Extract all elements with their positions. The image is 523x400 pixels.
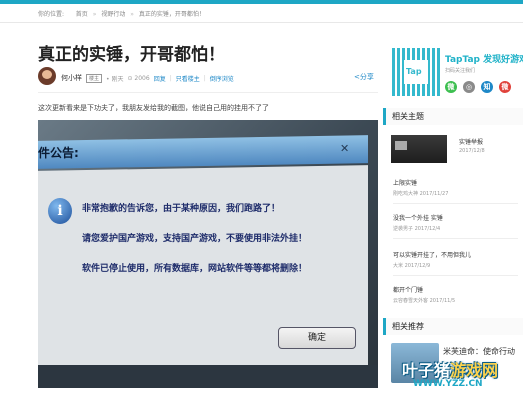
breadcrumb-current: 真正的实锤，开哥都怕！: [138, 11, 205, 18]
qr-code: [392, 48, 440, 96]
hot-topic-date: 2017/12/8: [459, 148, 485, 154]
related-item[interactable]: 没我一个外挂 实锤 逆袭男子 2017/12/4: [393, 213, 518, 239]
info-icon: i: [48, 198, 72, 224]
top-accent-bar: [0, 0, 523, 4]
dialog-body: [38, 165, 368, 387]
reply-link[interactable]: 回复: [154, 74, 166, 83]
related-topics-heading: 相关主题: [383, 108, 523, 125]
author-avatar[interactable]: [38, 67, 56, 85]
article-title: 真正的实锤，开哥都怕！: [38, 45, 225, 65]
breadcrumb: 你的位置: 首页 » 视野行动 » 真正的实锤，开哥都怕！: [38, 11, 205, 18]
watermark-brand-suffix: 游戏网: [450, 361, 499, 380]
header-divider: [0, 22, 523, 23]
related-item-meta: 逆袭男子 2017/12/4: [393, 226, 441, 232]
wechat-icon[interactable]: 微: [445, 81, 457, 93]
related-item[interactable]: 都开个门锤 云容春雪天外客 2017/11/5: [393, 285, 518, 304]
weibo-icon[interactable]: 微: [499, 81, 511, 93]
related-item-title[interactable]: 都开个门锤: [393, 285, 518, 294]
breadcrumb-section[interactable]: 视野行动: [101, 11, 125, 18]
related-item-title[interactable]: 上限实锤: [393, 178, 518, 187]
related-item[interactable]: 可以实锤开挂了，不用但我儿 大米 2017/12/9: [393, 250, 518, 276]
related-item-title[interactable]: 可以实锤开挂了，不用但我儿: [393, 250, 518, 259]
dialog-close-icon: ✕: [340, 142, 350, 155]
dialog-title: 件公告:: [38, 146, 79, 160]
related-item-title[interactable]: 没我一个外挂 实锤: [393, 213, 518, 222]
dialog-ok-button: 确定: [278, 327, 356, 349]
share-label: 分享: [359, 73, 374, 81]
dialog-line-3: 软件已停止使用，所有数据库，网站软件等等都将删除！: [82, 264, 308, 274]
recommend-heading: 相关推荐: [383, 318, 523, 335]
moments-icon[interactable]: ◎: [463, 81, 475, 93]
reverse-order-link[interactable]: 倒序浏览: [210, 74, 234, 83]
breadcrumb-prefix: 你的位置:: [38, 11, 65, 18]
article-intro: 这次更新看来是下功夫了，我朋友发给我的截图，他说自己用的挂用不了了: [38, 104, 269, 112]
related-item-meta: 云容春雪天外客 2017/11/5: [393, 298, 456, 304]
sidebar: TapTap 发现好游戏 扫码关注我们 微 ◎ 知 微 相关主题 实锤举报 20…: [383, 40, 523, 400]
hot-topic-thumbnail[interactable]: [391, 135, 447, 163]
screenshot-photo: 件公告: ✕ i 非常抱歉的告诉您，由于某种原因，我们跑路了！ 请您爱护国产游戏…: [38, 120, 378, 388]
article-meta: 何小样 楼主 • 刚天 ⊙ 2006 回复 | 只看楼主 | 倒序浏览: [61, 73, 234, 83]
taptap-subtitle: 扫码关注我们: [445, 68, 476, 74]
watermark-brand-name: 叶子猪: [402, 361, 451, 380]
dialog-line-2: 请您爱护国产游戏，支持国产游戏，不要使用非法外挂！: [82, 234, 308, 244]
only-author-link[interactable]: 只看楼主: [176, 74, 200, 83]
share-button[interactable]: <分享: [354, 72, 374, 82]
recommend-title[interactable]: 米芙迪命：使命行动: [443, 346, 515, 357]
dialog-line-1: 非常抱歉的告诉您，由于某种原因，我们跑路了！: [82, 204, 281, 214]
taptap-title: TapTap 发现好游戏: [445, 55, 523, 65]
watermark-brand: 叶子猪游戏网: [402, 357, 498, 381]
related-item-meta: 刚吃鸡大神 2017/11/27: [393, 191, 449, 197]
meta-divider: [38, 92, 378, 93]
related-item-meta: 大米 2017/12/9: [393, 263, 431, 269]
view-count: ⊙ 2006: [127, 74, 150, 82]
author-name[interactable]: 何小样: [61, 73, 82, 83]
post-time: • 刚天: [106, 75, 124, 83]
dialog-titlebar: [38, 135, 368, 169]
related-item[interactable]: 上限实锤 刚吃鸡大神 2017/11/27: [393, 178, 518, 204]
zhihu-icon[interactable]: 知: [481, 81, 493, 93]
watermark-url: WWW.YZZ.CN: [413, 379, 483, 389]
hot-topic-title[interactable]: 实锤举报: [459, 137, 483, 146]
author-badge: 楼主: [86, 73, 103, 83]
breadcrumb-home[interactable]: 首页: [76, 11, 88, 18]
photo-bottom-edge: [38, 365, 378, 388]
